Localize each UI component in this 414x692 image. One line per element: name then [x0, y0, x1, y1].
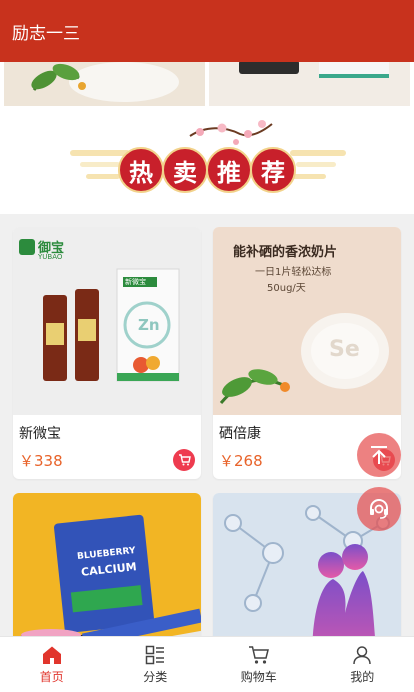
cart-icon [248, 645, 269, 664]
tab-cart-label: 购物车 [240, 669, 277, 684]
user-icon [353, 645, 371, 664]
product-image[interactable]: 能补硒的香浓奶片 一日1片轻松达标 50ug/天 Se [213, 227, 401, 415]
home-icon [42, 646, 61, 664]
back-to-top-icon [371, 446, 387, 464]
product-price: ￥268 [219, 451, 263, 470]
banner-char-1: 热 [129, 158, 153, 187]
product-image[interactable]: BLUEBERRY CALCIUM [13, 493, 201, 636]
customer-service-button[interactable] [357, 487, 401, 531]
box-mark: Zn [138, 316, 160, 334]
tab-category[interactable]: 分类 [104, 637, 208, 692]
image-line-1: 一日1片轻松达标 [255, 267, 332, 278]
cart-icon [178, 454, 191, 466]
product-image[interactable]: 御宝 YUBAO 新微宝 Zn [13, 227, 201, 415]
tab-home-label: 首页 [39, 669, 64, 684]
product-name[interactable]: 新微宝 [13, 415, 201, 443]
category-icon [146, 645, 165, 664]
tab-home[interactable]: 首页 [0, 637, 104, 692]
banner-char-3: 推 [217, 158, 241, 187]
page-title: 励志一三 [12, 23, 80, 44]
app-header: 励志一三 [0, 0, 414, 62]
tab-profile[interactable]: 我的 [311, 637, 414, 692]
product-grid: 御宝 YUBAO 新微宝 Zn 新微宝 ￥338 能补硒的香浓奶片 一日1片轻松… [0, 214, 414, 636]
brand-name-en: YUBAO [38, 253, 63, 261]
tablet-mark: Se [329, 337, 360, 362]
image-headline: 能补硒的香浓奶片 [233, 245, 338, 260]
product-price: ￥338 [19, 451, 63, 470]
product-card[interactable]: BLUEBERRY CALCIUM [13, 493, 201, 636]
image-line-2: 50ug/天 [267, 283, 306, 294]
product-card[interactable]: 御宝 YUBAO 新微宝 Zn 新微宝 ￥338 [13, 227, 201, 479]
tab-profile-label: 我的 [350, 669, 375, 684]
add-to-cart-button[interactable] [173, 449, 195, 471]
tab-cart[interactable]: 购物车 [207, 637, 311, 692]
customer-service-icon [370, 499, 388, 519]
banner-char-4: 荐 [261, 158, 285, 187]
bottom-tab-bar: 首页 分类 购物车 我的 [0, 636, 414, 692]
tab-category-label: 分类 [143, 669, 168, 684]
back-to-top-button[interactable] [357, 433, 401, 477]
hot-recommend-banner: 热 卖 推 荐 [0, 112, 414, 214]
box-label: 新微宝 [125, 278, 146, 286]
banner-char-2: 卖 [173, 158, 197, 187]
